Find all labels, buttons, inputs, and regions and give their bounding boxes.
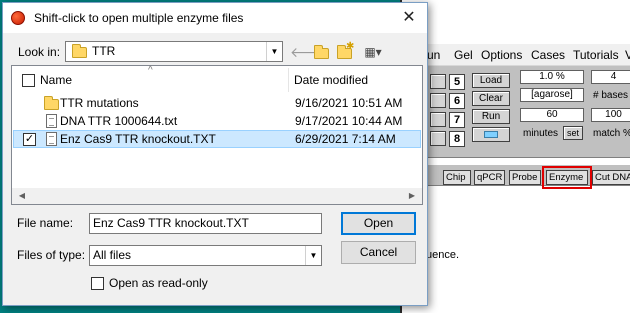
text-file-icon <box>46 132 57 146</box>
files-of-type-value: All files <box>93 248 132 262</box>
folder-up-glyph-icon <box>314 45 329 59</box>
open-file-dialog: Shift-click to open multiple enzyme file… <box>2 2 428 306</box>
lane-number-6: 6 <box>449 93 465 109</box>
lane-checkbox-5[interactable] <box>430 74 446 89</box>
app-top-area <box>402 0 630 44</box>
app-body-text: uence. <box>426 249 460 261</box>
folder-icon <box>72 44 87 58</box>
file-name: TTR mutations <box>60 96 139 110</box>
sort-caret-icon: ^ <box>148 65 153 76</box>
text-file-icon <box>46 114 57 128</box>
file-row-dna-ttr[interactable]: DNA TTR 1000644.txt 9/17/2021 10:44 AM <box>13 112 421 130</box>
horizontal-scrollbar[interactable]: ◀ ▶ <box>12 188 422 204</box>
column-header-date-modified[interactable]: Date modified <box>294 73 368 87</box>
gel-control-panel: 5 6 7 8 Load Clear Run 1.0 % [agarose] 6… <box>402 66 630 158</box>
sparkle-icon: ✱ <box>346 41 355 52</box>
look-in-value: TTR <box>92 44 116 58</box>
column-header-name[interactable]: Name <box>40 73 72 87</box>
dialog-title: Shift-click to open multiple enzyme file… <box>34 11 244 25</box>
file-name: DNA TTR 1000644.txt <box>60 114 178 128</box>
clear-button[interactable]: Clear <box>472 91 510 106</box>
bases-label: # bases <box>593 90 629 101</box>
read-only-label: Open as read-only <box>109 276 208 290</box>
menu-run[interactable]: un <box>427 48 440 62</box>
lane-checkbox-8[interactable] <box>430 131 446 146</box>
agarose-label: [agarose] <box>520 88 584 102</box>
chevron-down-icon: ▼ <box>305 246 321 265</box>
view-menu-icon[interactable]: ▦▾ <box>359 43 387 61</box>
bases-value-field[interactable]: 4 <box>591 70 630 84</box>
lane-number-8: 8 <box>449 131 465 147</box>
menu-options[interactable]: Options <box>481 48 522 62</box>
close-icon[interactable]: ✕ <box>397 7 421 29</box>
file-date: 9/17/2021 10:44 AM <box>295 114 403 128</box>
files-of-type-dropdown[interactable]: All files ▼ <box>89 245 322 266</box>
open-button[interactable]: Open <box>341 212 416 235</box>
background-application: un Gel Options Cases Tutorials V 5 6 7 8… <box>398 0 630 313</box>
match-label: match % <box>593 128 630 139</box>
load-button[interactable]: Load <box>472 73 510 88</box>
color-swatch-button[interactable] <box>472 127 510 142</box>
look-in-dropdown[interactable]: TTR ▼ <box>65 41 283 62</box>
up-folder-icon[interactable] <box>312 43 332 61</box>
menu-cases[interactable]: Cases <box>531 48 565 62</box>
file-list-header: ^ Name Date modified <box>12 65 422 94</box>
new-folder-icon[interactable]: ✱ <box>335 41 355 61</box>
scroll-right-icon[interactable]: ▶ <box>404 188 420 204</box>
app-menubar: un Gel Options Cases Tutorials V <box>402 44 630 66</box>
dialog-titlebar: Shift-click to open multiple enzyme file… <box>3 3 427 33</box>
lane-checkbox-7[interactable] <box>430 112 446 127</box>
set-button[interactable]: set <box>563 126 583 140</box>
lane-number-7: 7 <box>449 112 465 128</box>
tool-button-chip[interactable]: Chip <box>443 170 471 185</box>
tool-button-enzyme[interactable]: Enzyme <box>542 166 592 189</box>
minutes-label: minutes <box>523 128 559 139</box>
match-value-field[interactable]: 100 <box>591 108 630 122</box>
cancel-button[interactable]: Cancel <box>341 241 416 264</box>
minutes-field[interactable]: 60 <box>520 108 584 122</box>
look-in-label: Look in: <box>18 45 61 59</box>
select-all-checkbox[interactable] <box>22 74 35 87</box>
app-logo-icon <box>11 11 25 25</box>
tool-button-cut-dna[interactable]: Cut DNA <box>592 170 630 185</box>
swatch-icon <box>484 131 498 138</box>
back-arrow-icon[interactable]: 🡐 <box>290 43 328 61</box>
file-list: ^ Name Date modified TTR mutations 9/16/… <box>11 65 423 205</box>
files-of-type-label: Files of type: <box>17 248 86 262</box>
file-row-enz-cas9[interactable]: ✓ Enz Cas9 TTR knockout.TXT 6/29/2021 7:… <box>13 130 421 148</box>
file-name: Enz Cas9 TTR knockout.TXT <box>60 132 216 146</box>
tool-button-qpcr[interactable]: qPCR <box>474 170 505 185</box>
menu-tutorials[interactable]: Tutorials <box>573 48 619 62</box>
file-row-ttr-mutations[interactable]: TTR mutations 9/16/2021 10:51 AM <box>13 94 421 112</box>
tool-button-probe[interactable]: Probe <box>509 170 541 185</box>
menu-gel[interactable]: Gel <box>454 48 473 62</box>
file-date: 9/16/2021 10:51 AM <box>295 96 403 110</box>
tool-button-row: er Chip qPCR Probe Enzyme Cut DNA <box>398 164 630 189</box>
lane-number-5: 5 <box>449 74 465 90</box>
chevron-down-icon: ▼ <box>266 42 282 61</box>
run-button[interactable]: Run <box>472 109 510 124</box>
agarose-percent-field[interactable]: 1.0 % <box>520 70 584 84</box>
file-name-input[interactable]: Enz Cas9 TTR knockout.TXT <box>89 213 322 234</box>
file-name-label: File name: <box>17 216 74 230</box>
column-separator <box>288 68 289 92</box>
scroll-left-icon[interactable]: ◀ <box>14 188 30 204</box>
folder-icon <box>44 96 59 110</box>
file-row-checkbox[interactable]: ✓ <box>23 133 36 146</box>
read-only-checkbox[interactable] <box>91 277 104 290</box>
lane-checkbox-6[interactable] <box>430 93 446 108</box>
file-date: 6/29/2021 7:14 AM <box>295 132 396 146</box>
menu-v[interactable]: V <box>625 48 630 62</box>
